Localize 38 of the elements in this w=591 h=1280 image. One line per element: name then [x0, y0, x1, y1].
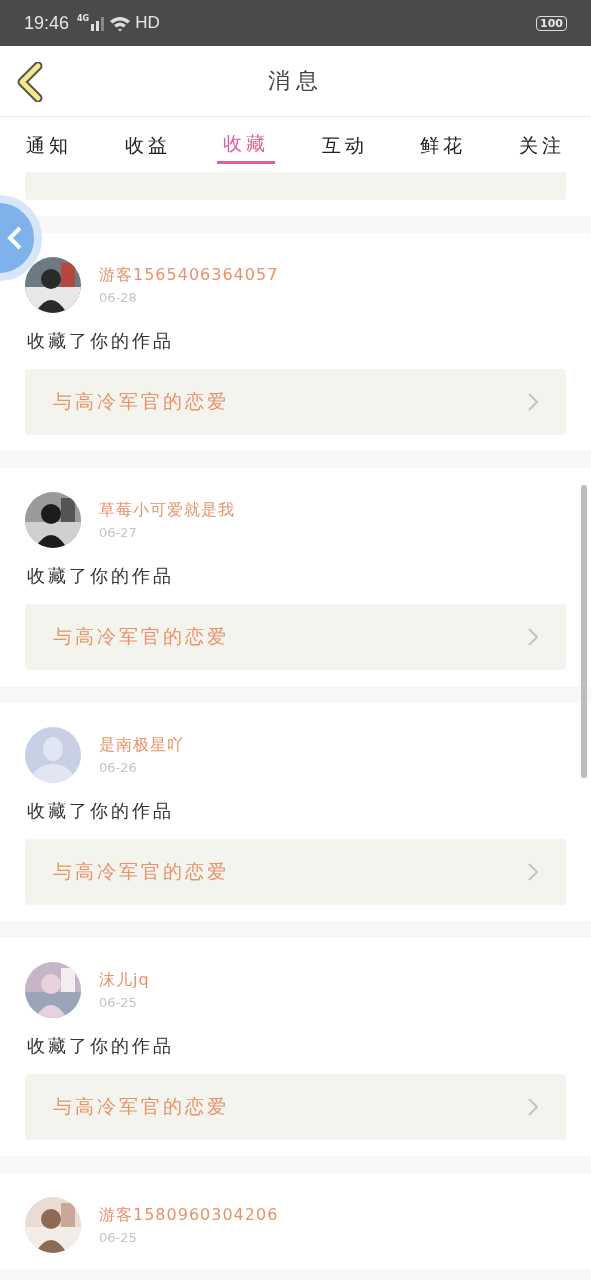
tab[interactable]: 收藏	[217, 117, 276, 164]
tab[interactable]: 关注	[512, 117, 571, 164]
chevron-right-icon	[528, 628, 538, 646]
message-date: 06-27	[99, 525, 138, 540]
chevron-right-icon	[528, 1098, 538, 1116]
tab[interactable]: 通知	[20, 117, 78, 164]
page-title: 消息	[267, 67, 324, 95]
tab[interactable]: 互动	[315, 117, 374, 164]
user-name[interactable]: 游客1580960304206	[99, 1205, 279, 1226]
back-button[interactable]	[16, 62, 44, 102]
user-name[interactable]: 是南极星吖	[99, 735, 184, 756]
user-name[interactable]: 草莓小可爱就是我	[99, 500, 235, 521]
book-link[interactable]: 与高冷军官的恋爱	[25, 369, 566, 435]
message-text: 收藏了你的作品	[27, 329, 175, 353]
tab[interactable]: 鲜花	[414, 117, 473, 164]
chevron-right-icon	[528, 393, 538, 411]
message-date: 06-25	[99, 995, 138, 1010]
message-text: 收藏了你的作品	[27, 1034, 175, 1058]
user-name[interactable]: 游客1565406364057	[99, 265, 279, 286]
battery-indicator: 100	[536, 15, 567, 31]
signal-icon	[91, 15, 106, 31]
message-text: 收藏了你的作品	[27, 564, 175, 588]
default-avatar-icon	[25, 727, 81, 783]
chevron-right-icon	[528, 863, 538, 881]
wifi-icon	[109, 14, 132, 32]
message-date: 06-28	[99, 290, 138, 305]
network-text: 4G	[77, 14, 90, 23]
book-link[interactable]: 与高冷军官的恋爱	[25, 839, 566, 905]
wifi-label: HD	[135, 13, 160, 33]
clock-text: 19:46	[24, 12, 70, 34]
book-link[interactable]: 与高冷军官的恋爱	[25, 604, 566, 670]
tab[interactable]: 收益	[118, 117, 177, 164]
book-link[interactable]: 与高冷军官的恋爱	[25, 1074, 566, 1140]
back-icon	[6, 226, 24, 250]
message-date: 06-26	[99, 760, 138, 775]
user-name[interactable]: 沫儿jq	[99, 970, 150, 991]
message-text: 收藏了你的作品	[27, 799, 175, 823]
message-date: 06-25	[99, 1230, 138, 1245]
